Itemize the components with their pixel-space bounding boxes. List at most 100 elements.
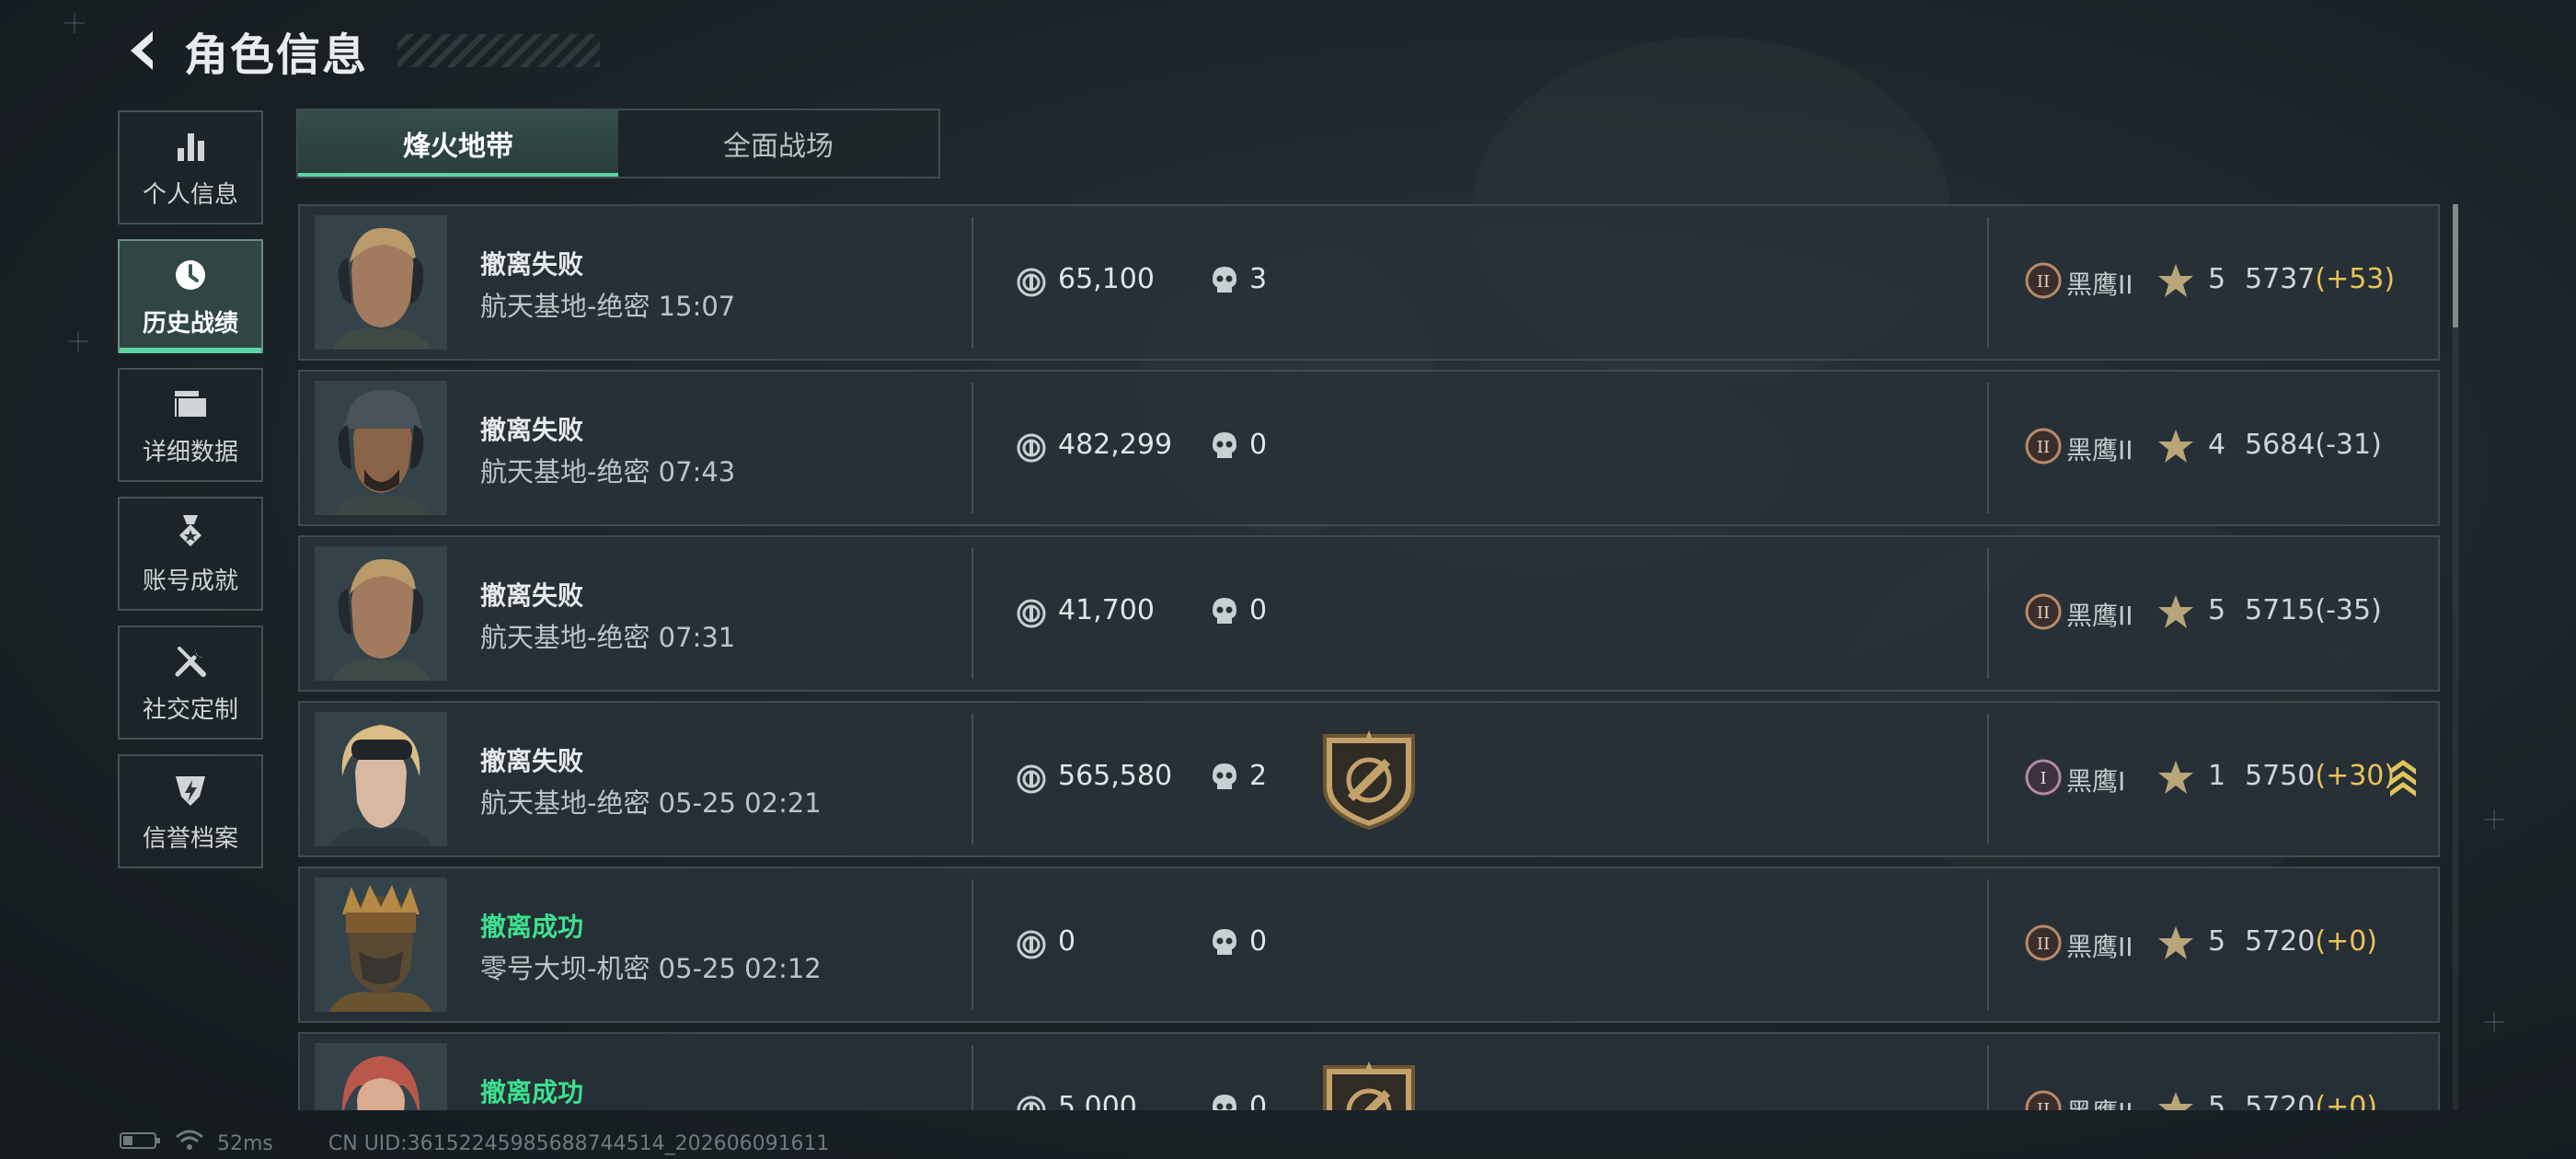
score-value: 5684 [2245,429,2316,461]
rank-emblem-icon: II [2024,1089,2063,1110]
operator-portrait [315,878,447,1012]
skull-icon [1211,1093,1238,1110]
rank-name: 黑鹰II [2066,1093,2133,1110]
star-count: 5 [2208,594,2226,626]
sidebar-item-label: 详细数据 [142,438,238,466]
rank-emblem-icon: II [2024,592,2063,635]
rank-emblem-icon: II [2024,261,2063,304]
rank-name: 黑鹰I [2066,766,2126,797]
skull-icon [1211,762,1238,797]
sidebar-item-label: 个人信息 [142,180,238,209]
status-bar: 52ms CN UID:36152245985688744514_2026060… [120,1130,830,1157]
skull-icon [1211,430,1238,465]
score-delta: (-35) [2315,594,2382,626]
divider [1987,217,1989,348]
kill-count: 2 [1249,760,1268,792]
rank-score: 5737(+53) [2245,263,2395,295]
sidebar-item-social-custom[interactable]: 社交定制 [118,625,263,740]
divider [1987,879,1989,1010]
loot-value: 5,000 [1058,1091,1137,1110]
rank-emblem-icon: II [2024,924,2063,966]
extraction-result: 撤离失败 [480,580,584,611]
score-value: 5750 [2245,760,2316,792]
rank-name: 黑鹰II [2066,270,2133,300]
loot-value: 0 [1058,925,1076,958]
star-count: 5 [2208,1091,2226,1110]
star-count: 5 [2208,925,2226,958]
sidebar: 个人信息 历史战绩 详细数据 账号成就 社交定制 信誉档案 [118,110,265,868]
extraction-result: 撤离失败 [480,249,584,280]
sidebar-item-personal-info[interactable]: 个人信息 [118,110,263,224]
star-icon [2156,592,2195,635]
star-icon [2156,261,2195,304]
rank-name: 黑鹰II [2066,601,2133,631]
match-row[interactable]: 撤离失败 航天基地-绝密 07:31 41,700 0 II 黑鹰II 5 57… [298,535,2440,692]
skull-icon [1211,265,1238,300]
extraction-result: 撤离成功 [480,912,584,942]
sidebar-item-label: 信誉档案 [142,824,238,853]
match-row[interactable]: 撤离成功 零号大坝-机密 05-25 02:12 0 0 II 黑鹰II 5 5… [298,866,2440,1023]
divider [972,383,973,513]
scrollbar-thumb[interactable] [2453,204,2458,327]
sidebar-item-match-history[interactable]: 历史战绩 [118,239,263,353]
match-row[interactable]: 撤离失败 航天基地-绝密 15:07 65,100 3 II 黑鹰II 5 57… [298,204,2440,361]
map-and-time: 航天基地-绝密 07:43 [480,456,736,488]
sidebar-item-achievements[interactable]: 账号成就 [118,497,263,611]
sidebar-item-label: 历史战绩 [142,309,238,338]
svg-text:I: I [2040,769,2046,788]
match-history-list[interactable]: 撤离失败 航天基地-绝密 15:07 65,100 3 II 黑鹰II 5 57… [298,204,2440,1110]
match-row[interactable]: 撤离失败 航天基地-绝密 07:43 482,299 0 II 黑鹰II 4 5… [298,370,2440,526]
operator-portrait [315,381,447,515]
coin-icon [1016,929,1047,964]
divider [972,548,973,679]
extraction-result: 撤离成功 [480,1077,584,1107]
divider [1987,548,1989,679]
kill-count: 0 [1249,429,1268,461]
score-delta: (+53) [2315,263,2396,295]
skull-icon [1211,596,1238,631]
divider [972,879,973,1010]
score-value: 5720 [2245,1091,2316,1110]
extraction-result: 撤离失败 [480,415,584,445]
rank-score: 5750(+30) [2245,760,2395,792]
rank-emblem-icon: II [2024,427,2063,469]
rank-score: 5720(+0) [2245,925,2377,958]
star-icon [2156,427,2195,469]
extraction-result: 撤离失败 [480,746,584,776]
operator-portrait [315,1043,447,1110]
shield-bolt-icon [170,770,211,810]
loot-value: 41,700 [1058,594,1155,626]
coin-icon [1016,267,1047,302]
sidebar-item-detailed-data[interactable]: 详细数据 [118,368,263,482]
score-delta: (+30) [2315,760,2396,792]
mvp-shield-badge-icon [1319,729,1419,832]
tab-hazard-zone[interactable]: 烽火地带 [298,110,618,177]
sidebar-item-label: 账号成就 [142,567,238,595]
kill-count: 0 [1249,925,1268,958]
back-arrow-icon[interactable] [120,25,164,76]
list-scrollbar[interactable] [2453,204,2458,1110]
tab-full-battlefield[interactable]: 全面战场 [618,110,938,177]
star-count: 4 [2208,429,2226,461]
tools-icon [170,641,211,682]
star-count: 5 [2208,263,2226,295]
page-title: 角色信息 [184,29,369,81]
operator-portrait [315,215,447,350]
map-and-time: 航天基地-绝密 05-25 02:21 [480,787,822,819]
rank-name: 黑鹰II [2066,932,2133,962]
match-row[interactable]: 撤离失败 航天基地-绝密 05-25 02:21 565,580 2 I 黑鹰I… [298,701,2440,857]
divider [1987,383,1989,513]
score-delta: (+0) [2315,925,2377,958]
svg-text:II: II [2037,603,2050,623]
star-icon [2156,924,2195,966]
score-value: 5720 [2245,925,2316,958]
sidebar-item-credit-record[interactable]: 信誉档案 [118,754,263,868]
operator-portrait [315,546,447,681]
match-row[interactable]: 撤离成功 5,000 0 II 黑鹰II 5 5720(+0) [298,1032,2440,1110]
divider [972,1045,973,1110]
ping-value: 52ms [217,1131,273,1155]
rank-emblem-icon: I [2024,758,2063,800]
loot-value: 565,580 [1058,760,1173,792]
loot-value: 482,299 [1058,429,1173,461]
divider [972,714,973,844]
